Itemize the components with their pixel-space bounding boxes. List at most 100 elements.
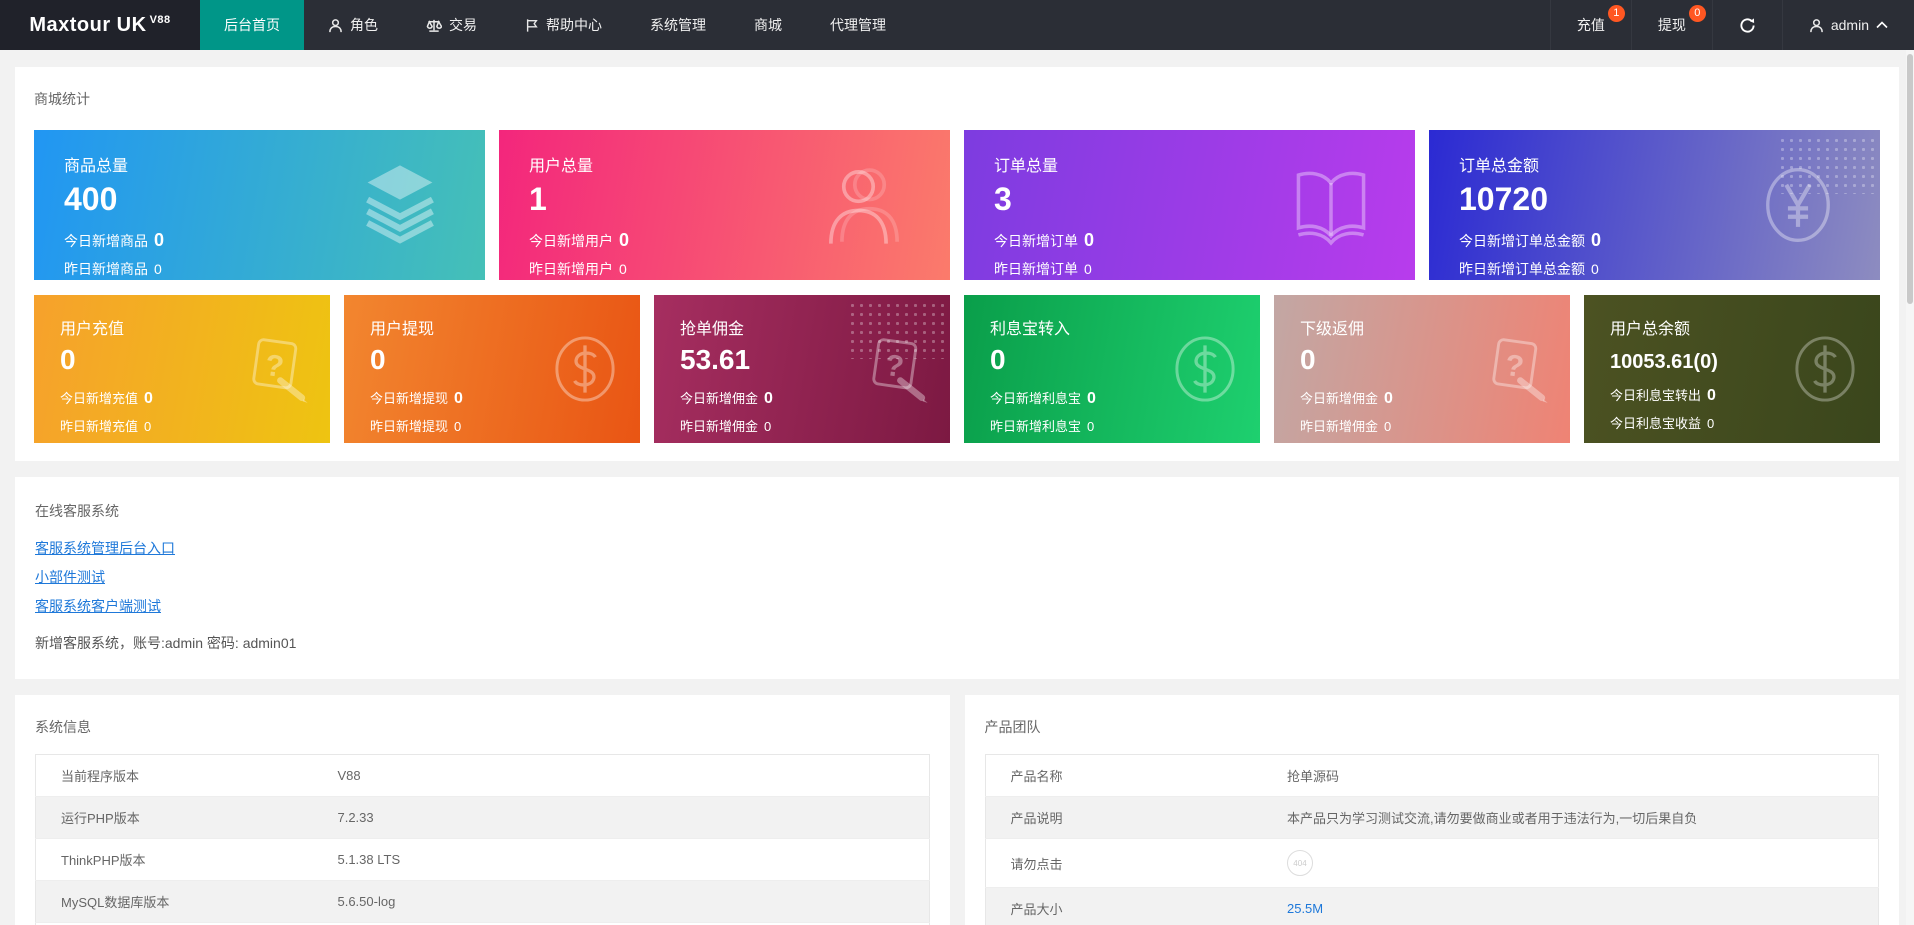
- dollar-icon: [548, 332, 622, 406]
- refresh-button[interactable]: [1712, 0, 1782, 50]
- row-label: 请勿点击: [985, 839, 1262, 888]
- dollar-icon: [1168, 332, 1242, 406]
- stat-title: 订单总金额: [1459, 152, 1880, 176]
- stat-line-label: 今日新增佣金: [1300, 391, 1378, 406]
- stat-line-label: 昨日新增佣金: [680, 419, 758, 434]
- stat-line-value: 0: [1591, 230, 1601, 250]
- row-label: 产品名称: [985, 755, 1262, 797]
- user-icon: [328, 18, 343, 33]
- navbar-right: 充值 1 提现 0 admin: [1550, 0, 1914, 50]
- stat-line-value: 0: [1707, 416, 1714, 431]
- app-logo[interactable]: Maxtour UKV88: [0, 0, 200, 50]
- nav-item-label: 后台首页: [224, 15, 280, 35]
- recharge-button[interactable]: 充值 1: [1550, 0, 1631, 50]
- nav-item-roles[interactable]: 角色: [304, 0, 402, 50]
- stat-card-products-total: 商品总量 400 今日新增商品0 昨日新增商品0: [34, 130, 485, 280]
- row-value: 本产品只为学习测试交流,请勿要做商业或者用于违法行为,一切后果自负: [1262, 797, 1879, 839]
- stat-line-label: 昨日新增利息宝: [990, 419, 1081, 434]
- withdraw-badge: 0: [1689, 5, 1706, 22]
- stat-line-label: 今日新增充值: [60, 391, 138, 406]
- stat-line-value: 0: [1087, 419, 1094, 434]
- stat-line-value: 0: [764, 390, 773, 407]
- doc-question-icon: ?: [860, 333, 932, 405]
- row-label: 当前程序版本: [36, 755, 313, 797]
- stat-card-user-withdraw: 用户提现 0 今日新增提现0 昨日新增提现0: [344, 295, 640, 443]
- stat-card-user-recharge: 用户充值 0 今日新增充值0 昨日新增充值0 ?: [34, 295, 330, 443]
- stat-line-value: 0: [1384, 390, 1393, 407]
- main-menu: 后台首页 角色 交易 帮助中心 系统管理 商城 代理管理: [200, 0, 1550, 50]
- online-service-panel: 在线客服系统 客服系统管理后台入口 小部件测试 客服系统客户端测试 新增客服系统…: [15, 477, 1899, 679]
- scale-icon: [426, 18, 442, 33]
- stat-line-value: 0: [619, 230, 629, 250]
- doc-question-icon: ?: [1480, 333, 1552, 405]
- stat-line-label: 今日新增订单: [994, 233, 1078, 249]
- stat-line-label: 今日新增订单总金额: [1459, 233, 1585, 249]
- layers-icon: [355, 160, 445, 250]
- widget-test-link[interactable]: 小部件测试: [35, 567, 105, 587]
- nav-item-label: 商城: [754, 15, 782, 35]
- nav-item-home[interactable]: 后台首页: [200, 0, 304, 50]
- product-size-link[interactable]: 25.5M: [1287, 901, 1323, 916]
- stat-line-value: 0: [144, 419, 151, 434]
- bottom-panels: 系统信息 当前程序版本V88 运行PHP版本7.2.33 ThinkPHP版本5…: [15, 695, 1899, 925]
- flag-icon: [525, 18, 539, 33]
- stat-line-label: 今日新增利息宝: [990, 391, 1081, 406]
- nav-item-agent-management[interactable]: 代理管理: [806, 0, 910, 50]
- row-value: 5.6.50-log: [312, 881, 929, 923]
- stat-line-value: 0: [144, 390, 153, 407]
- row-label: 运行PHP版本: [36, 797, 313, 839]
- person-icon: [818, 159, 910, 251]
- stat-line-label: 昨日新增佣金: [1300, 419, 1378, 434]
- nav-item-trade[interactable]: 交易: [402, 0, 501, 50]
- stat-line-label: 昨日新增商品: [64, 261, 148, 277]
- stat-line-value: 0: [154, 261, 162, 277]
- service-client-test-link[interactable]: 客服系统客户端测试: [35, 596, 161, 616]
- nav-item-label: 帮助中心: [546, 15, 602, 35]
- section-title-system-info: 系统信息: [35, 717, 930, 737]
- stat-line-label: 今日利息宝收益: [1610, 416, 1701, 431]
- doc-question-icon: ?: [240, 333, 312, 405]
- book-icon: [1287, 161, 1375, 249]
- stat-line-value: 0: [1591, 261, 1599, 277]
- stat-line-label: 今日新增佣金: [680, 391, 758, 406]
- stat-card-sub-rebate: 下级返佣 0 今日新增佣金0 昨日新增佣金0 ?: [1274, 295, 1570, 443]
- scrollbar-thumb[interactable]: [1907, 54, 1913, 304]
- stats-row-2: 用户充值 0 今日新增充值0 昨日新增充值0 ? 用户提现 0 今日新增提现0 …: [34, 295, 1880, 443]
- nav-item-system-management[interactable]: 系统管理: [626, 0, 730, 50]
- section-title-mall-statistics: 商城统计: [34, 89, 1880, 109]
- product-team-panel: 产品团队 产品名称抢单源码 产品说明本产品只为学习测试交流,请勿要做商业或者用于…: [965, 695, 1900, 925]
- table-row: 产品大小25.5M: [985, 888, 1879, 925]
- nav-item-help-center[interactable]: 帮助中心: [501, 0, 626, 50]
- nav-item-label: 系统管理: [650, 15, 706, 35]
- withdraw-button[interactable]: 提现 0: [1631, 0, 1712, 50]
- row-label: MySQL数据库版本: [36, 881, 313, 923]
- stat-line-value: 0: [1707, 387, 1716, 404]
- section-title-online-service: 在线客服系统: [35, 501, 1879, 521]
- service-admin-entry-link[interactable]: 客服系统管理后台入口: [35, 538, 175, 558]
- table-row: 产品名称抢单源码: [985, 755, 1879, 797]
- product-team-table: 产品名称抢单源码 产品说明本产品只为学习测试交流,请勿要做商业或者用于违法行为,…: [985, 754, 1880, 925]
- page-scrollbar[interactable]: [1906, 50, 1914, 925]
- stat-card-users-total: 用户总量 1 今日新增用户0 昨日新增用户0: [499, 130, 950, 280]
- stat-card-order-amount-total: 订单总金额 10720 今日新增订单总金额0 昨日新增订单总金额0: [1429, 130, 1880, 280]
- stat-line-value: 0: [1384, 419, 1391, 434]
- stat-line-value: 0: [619, 261, 627, 277]
- row-value: V88: [312, 755, 929, 797]
- stat-line-value: 0: [1084, 261, 1092, 277]
- stat-line-value: 0: [454, 390, 463, 407]
- table-row: 运行PHP版本7.2.33: [36, 797, 930, 839]
- row-value: 抢单源码: [1262, 755, 1879, 797]
- row-label: 产品说明: [985, 797, 1262, 839]
- table-row: 当前程序版本V88: [36, 755, 930, 797]
- stat-card-order-commission: 抢单佣金 53.61 今日新增佣金0 昨日新增佣金0 ?: [654, 295, 950, 443]
- row-value: 404: [1262, 839, 1879, 888]
- user-icon: [1809, 18, 1824, 33]
- stat-line-label: 昨日新增订单总金额: [1459, 261, 1585, 277]
- mall-statistics-panel: 商城统计 商品总量 400 今日新增商品0 昨日新增商品0 用户总量 1 今日新…: [15, 67, 1899, 461]
- user-dropdown[interactable]: admin: [1782, 0, 1914, 50]
- stat-line-value: 0: [1087, 390, 1096, 407]
- nav-item-mall[interactable]: 商城: [730, 0, 806, 50]
- withdraw-label: 提现: [1658, 15, 1686, 35]
- stats-row-1: 商品总量 400 今日新增商品0 昨日新增商品0 用户总量 1 今日新增用户0 …: [34, 130, 1880, 280]
- stat-line-label: 昨日新增充值: [60, 419, 138, 434]
